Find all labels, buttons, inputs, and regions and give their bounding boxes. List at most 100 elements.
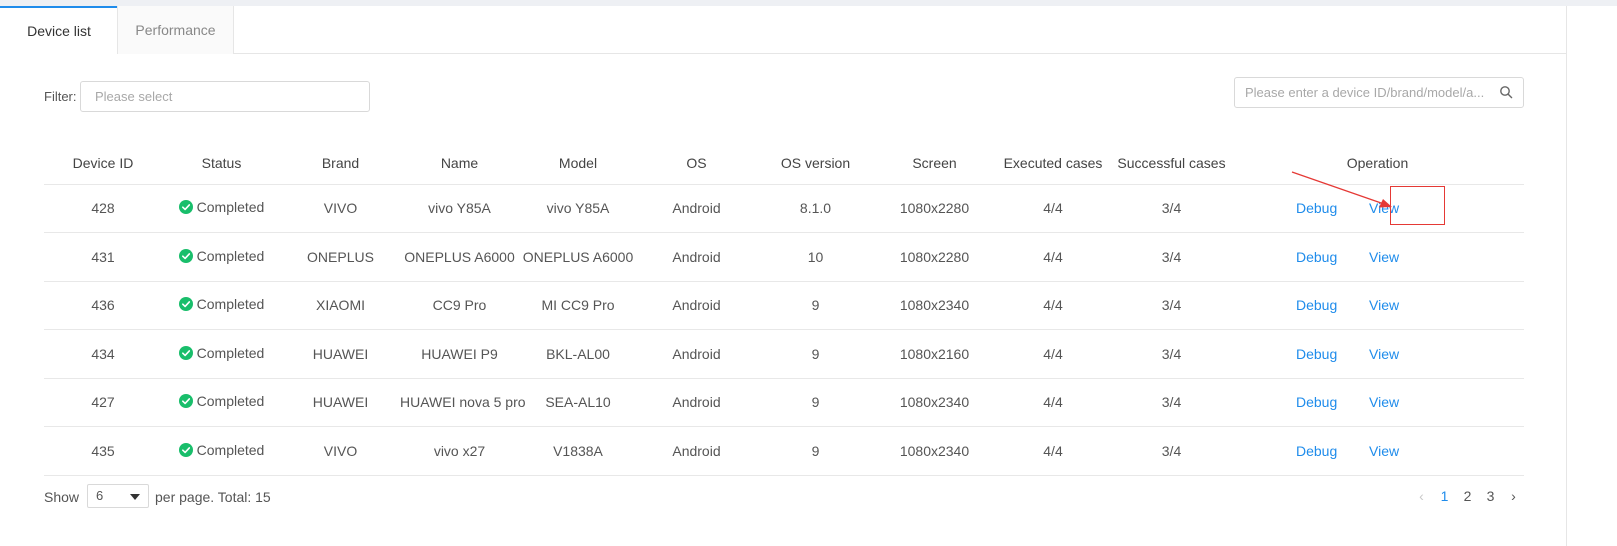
pagination: ‹ 1 2 3 ›	[1410, 485, 1525, 507]
cell-os-version: 9	[756, 426, 875, 476]
cell-successful-cases: 3/4	[1112, 426, 1231, 476]
tab-bar: Device list Performance	[0, 6, 1567, 55]
total-count-text: per page. Total: 15	[155, 489, 271, 505]
cell-operation: Debug View	[1231, 426, 1524, 476]
cell-operation: Debug View	[1231, 329, 1524, 379]
cell-brand: VIVO	[281, 426, 400, 476]
cell-executed-cases: 4/4	[994, 426, 1112, 476]
cell-os-version: 9	[756, 378, 875, 427]
next-page-button[interactable]: ›	[1502, 488, 1525, 504]
cell-screen: 1080x2280	[875, 184, 994, 233]
column-header-os-version[interactable]: OS version	[756, 142, 875, 185]
column-header-executed-cases[interactable]: Executed cases	[994, 142, 1112, 185]
cell-name: vivo x27	[400, 426, 519, 476]
debug-link[interactable]: Debug	[1296, 394, 1337, 410]
status-text: Completed	[196, 296, 265, 313]
cell-successful-cases: 3/4	[1112, 329, 1231, 379]
search-icon[interactable]	[1499, 85, 1513, 99]
cell-executed-cases: 4/4	[994, 329, 1112, 379]
page-2-button[interactable]: 2	[1456, 488, 1479, 504]
cell-status: Completed	[162, 184, 281, 233]
table-row: 436 Completed XIAOMI CC9 Pro MI CC9 Pro …	[44, 281, 1524, 330]
cell-device-id: 431	[44, 232, 162, 282]
cell-os-version: 9	[756, 281, 875, 330]
cell-successful-cases: 3/4	[1112, 378, 1231, 427]
column-header-model[interactable]: Model	[519, 142, 637, 185]
status-text: Completed	[196, 247, 265, 264]
cell-device-id: 427	[44, 378, 162, 427]
search-input[interactable]	[1245, 78, 1497, 107]
caret-down-icon	[130, 494, 140, 500]
cell-os: Android	[637, 329, 756, 379]
cell-model: vivo Y85A	[519, 184, 637, 233]
cell-executed-cases: 4/4	[994, 378, 1112, 427]
cell-screen: 1080x2160	[875, 329, 994, 379]
cell-os: Android	[637, 232, 756, 282]
cell-device-id: 428	[44, 184, 162, 233]
view-link[interactable]: View	[1369, 249, 1399, 265]
cell-successful-cases: 3/4	[1112, 281, 1231, 330]
cell-status: Completed	[162, 426, 281, 476]
cell-os: Android	[637, 426, 756, 476]
cell-status: Completed	[162, 378, 281, 427]
table-row: 434 Completed HUAWEI HUAWEI P9 BKL-AL00 …	[44, 329, 1524, 379]
prev-page-button[interactable]: ‹	[1410, 488, 1433, 504]
cell-operation: Debug View	[1231, 378, 1524, 427]
debug-link[interactable]: Debug	[1296, 249, 1337, 265]
tab-device-list[interactable]: Device list	[0, 6, 118, 55]
column-header-brand[interactable]: Brand	[281, 142, 400, 185]
view-link[interactable]: View	[1369, 394, 1399, 410]
check-circle-icon	[178, 248, 193, 263]
debug-link[interactable]: Debug	[1296, 443, 1337, 459]
check-circle-icon	[178, 394, 193, 409]
column-header-successful-cases[interactable]: Successful cases	[1112, 142, 1231, 185]
cell-os: Android	[637, 378, 756, 427]
page-3-button[interactable]: 3	[1479, 488, 1502, 504]
cell-os: Android	[637, 184, 756, 233]
tab-performance[interactable]: Performance	[117, 6, 234, 54]
debug-link[interactable]: Debug	[1296, 297, 1337, 313]
column-header-device-id[interactable]: Device ID	[44, 142, 162, 185]
cell-screen: 1080x2280	[875, 232, 994, 282]
column-header-screen[interactable]: Screen	[875, 142, 994, 185]
page-size-select[interactable]: 6	[87, 484, 149, 508]
cell-device-id: 435	[44, 426, 162, 476]
cell-screen: 1080x2340	[875, 281, 994, 330]
column-header-name[interactable]: Name	[400, 142, 519, 185]
filter-select[interactable]: Please select	[80, 81, 370, 112]
view-link[interactable]: View	[1369, 346, 1399, 362]
status-text: Completed	[196, 199, 265, 216]
status-text: Completed	[196, 441, 265, 458]
cell-model: ONEPLUS A6000	[519, 232, 637, 282]
cell-os: Android	[637, 281, 756, 330]
cell-os-version: 9	[756, 329, 875, 379]
view-link[interactable]: View	[1369, 297, 1399, 313]
cell-device-id: 436	[44, 281, 162, 330]
cell-os-version: 10	[756, 232, 875, 282]
cell-os-version: 8.1.0	[756, 184, 875, 233]
cell-operation: Debug View	[1231, 232, 1524, 282]
page-size-value: 6	[96, 488, 104, 503]
cell-name: CC9 Pro	[400, 281, 519, 330]
annotation-arrow-icon	[1291, 171, 1392, 208]
debug-link[interactable]: Debug	[1296, 346, 1337, 362]
cell-model: BKL-AL00	[519, 329, 637, 379]
column-header-status[interactable]: Status	[162, 142, 281, 185]
cell-executed-cases: 4/4	[994, 281, 1112, 330]
table-row: 431 Completed ONEPLUS ONEPLUS A6000 ONEP…	[44, 232, 1524, 282]
view-link[interactable]: View	[1369, 443, 1399, 459]
page-1-button[interactable]: 1	[1433, 488, 1456, 504]
cell-operation: Debug View	[1231, 281, 1524, 330]
cell-screen: 1080x2340	[875, 426, 994, 476]
cell-device-id: 434	[44, 329, 162, 379]
cell-status: Completed	[162, 281, 281, 330]
cell-name: HUAWEI nova 5 pro	[400, 378, 526, 427]
column-header-os[interactable]: OS	[637, 142, 756, 185]
cell-name: HUAWEI P9	[400, 329, 519, 379]
cell-status: Completed	[162, 329, 281, 379]
annotation-highlight-box	[1390, 186, 1445, 225]
cell-model: V1838A	[519, 426, 637, 476]
check-circle-icon	[178, 442, 193, 457]
page-size-label: Show	[44, 489, 80, 505]
cell-name: ONEPLUS A6000	[400, 232, 519, 282]
